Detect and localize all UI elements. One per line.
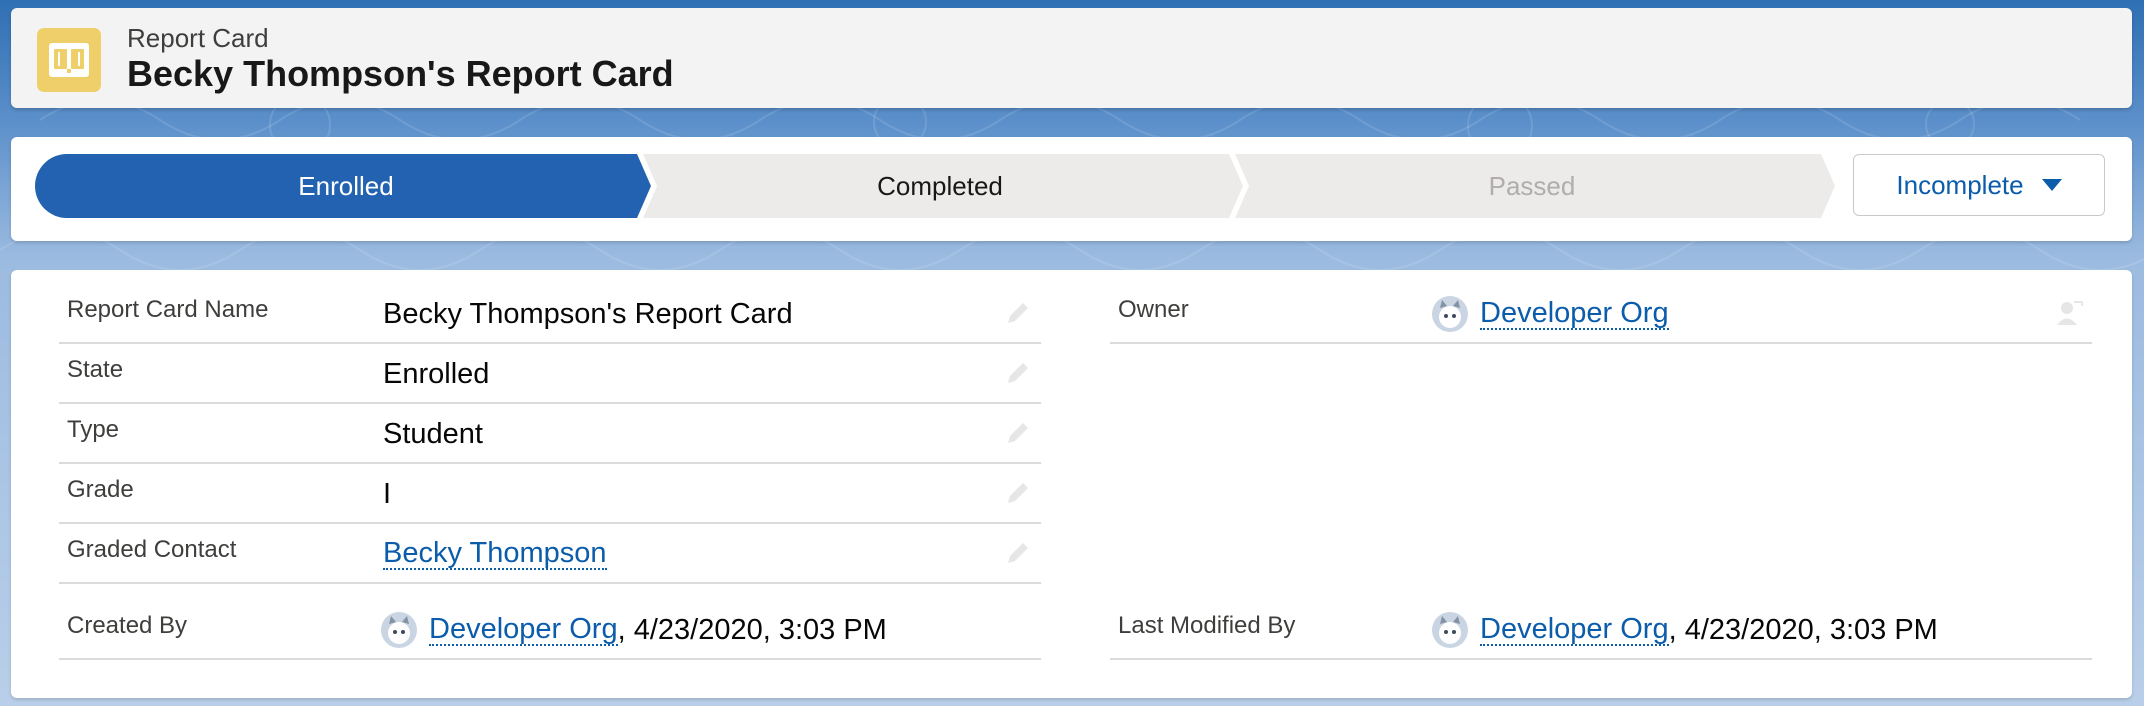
mark-status-label: Incomplete [1896,169,2024,200]
last-modified-by-user-link[interactable]: Developer Org [1480,613,1669,647]
stage-enrolled[interactable]: Enrolled [51,154,641,218]
field-label: Last Modified By [1118,612,1296,639]
field-grade: Grade I [59,462,1041,524]
object-type-label: Report Card [127,23,269,53]
path-container: Enrolled Completed Passed Incomplete [11,137,2132,241]
field-value: Student [383,418,483,450]
graded-contact-link[interactable]: Becky Thompson [383,538,607,571]
field-report-card-name: Report Card Name Becky Thompson's Report… [59,282,1041,344]
field-graded-contact: Graded Contact Becky Thompson [59,522,1041,584]
user-avatar-icon[interactable] [1432,612,1468,648]
field-label: Report Card Name [67,296,269,323]
report-card-book-icon [37,28,101,92]
field-label: Type [67,416,120,443]
field-label: Grade [67,476,134,503]
created-by-timestamp: , 4/23/2020, 3:03 PM [617,613,887,646]
pencil-edit-icon[interactable] [1003,478,1033,508]
field-value: I [383,478,392,510]
mark-status-dropdown-button[interactable]: Incomplete [1853,154,2105,216]
field-value: Developer Org, 4/23/2020, 3:03 PM [381,612,887,648]
created-by-user-link[interactable]: Developer Org [429,613,618,647]
chevron-down-icon [2041,179,2062,191]
field-type: Type Student [59,402,1041,464]
record-header: Report Card Becky Thompson's Report Card [11,8,2132,108]
field-value: Becky Thompson [383,538,607,571]
field-value: Developer Org [1432,296,1669,332]
change-owner-icon[interactable] [2054,298,2084,328]
stage-completed[interactable]: Completed [647,154,1233,218]
field-label: Created By [67,612,188,639]
pencil-edit-icon[interactable] [1003,418,1033,448]
field-value: Becky Thompson's Report Card [383,298,793,330]
field-label: State [67,356,124,383]
pencil-edit-icon[interactable] [1003,538,1033,568]
field-owner: Owner Developer Org [1110,282,2092,344]
pencil-edit-icon[interactable] [1003,298,1033,328]
record-title: Becky Thompson's Report Card [127,53,674,94]
field-value: Developer Org, 4/23/2020, 3:03 PM [1432,612,1938,648]
field-label: Graded Contact [67,536,237,563]
field-created-by: Created By Developer Org, 4/23/2020, 3:0… [59,598,1041,660]
user-avatar-icon[interactable] [381,612,417,648]
pencil-edit-icon[interactable] [1003,358,1033,388]
record-detail: Report Card Name Becky Thompson's Report… [11,270,2132,698]
owner-user-link[interactable]: Developer Org [1480,297,1669,331]
field-value: Enrolled [383,358,490,390]
user-avatar-icon[interactable] [1432,296,1468,332]
last-modified-timestamp: , 4/23/2020, 3:03 PM [1668,613,1938,646]
stage-passed[interactable]: Passed [1239,154,1825,218]
field-state: State Enrolled [59,342,1041,404]
field-last-modified-by: Last Modified By Developer Org, 4/23/202… [1110,598,2092,660]
field-label: Owner [1118,296,1189,323]
